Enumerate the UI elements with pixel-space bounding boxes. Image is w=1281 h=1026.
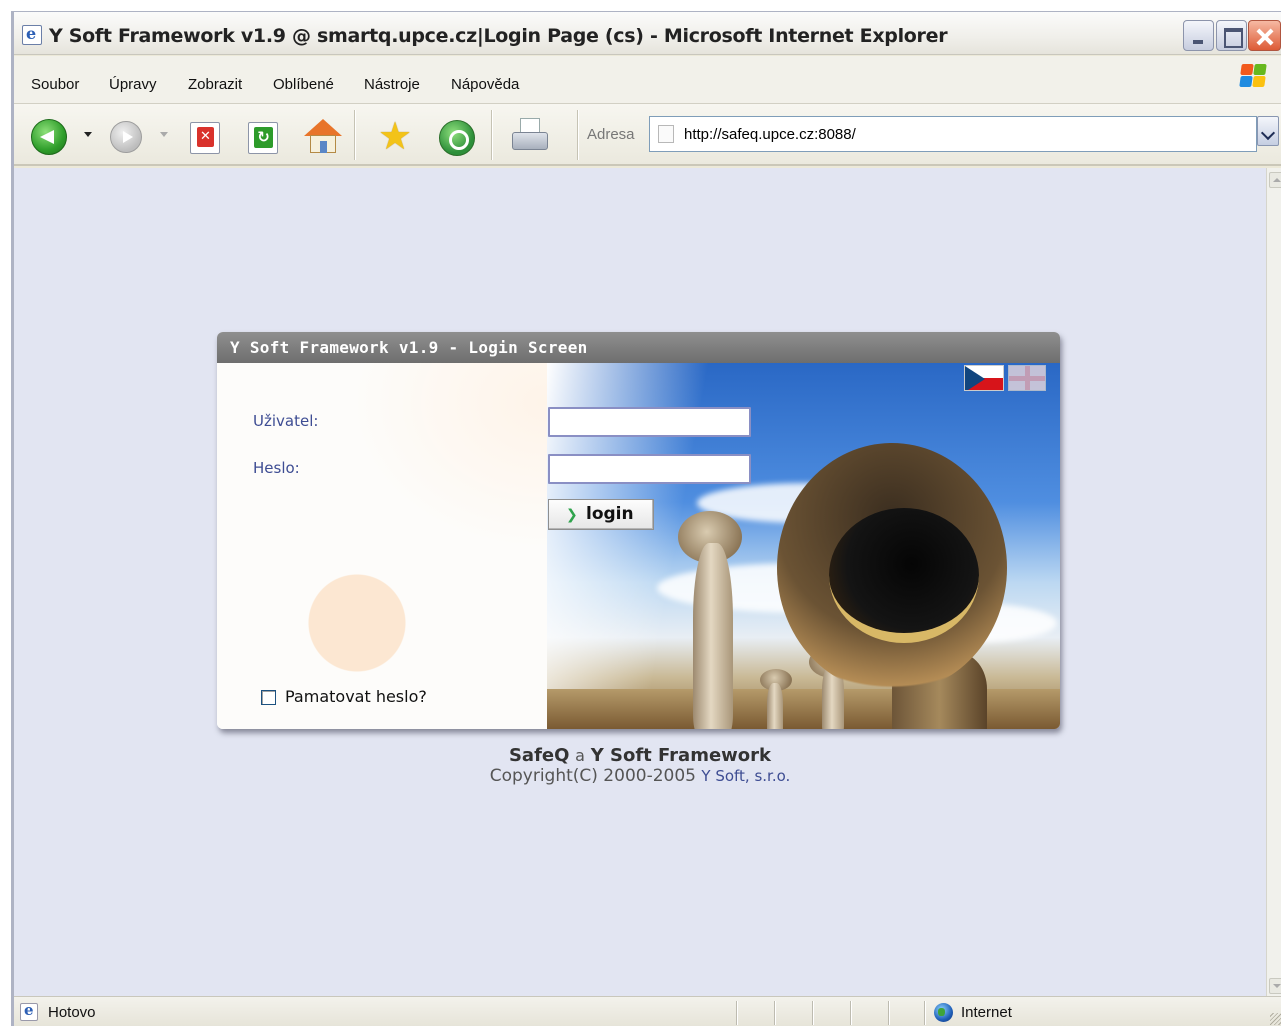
password-label: Heslo: [253,459,300,477]
footer-conjunction: a [575,746,585,765]
status-divider [924,1001,926,1025]
scroll-down-button[interactable] [1269,978,1281,994]
favorites-star-icon[interactable]: ★ [378,116,412,156]
ostrich-beak [829,508,979,643]
status-divider [850,1001,852,1025]
window-title: Y Soft Framework v1.9 @ smartq.upce.cz|L… [49,25,948,47]
username-label: Uživatel: [253,412,319,430]
windows-logo-icon [1239,62,1269,90]
menu-nastroje[interactable]: Nástroje [364,76,420,93]
menu-zobrazit[interactable]: Zobrazit [188,76,242,93]
close-button[interactable] [1248,20,1281,51]
back-button[interactable] [31,119,67,155]
page-icon [658,125,674,143]
ostrich-neck [767,683,783,729]
login-button[interactable]: ❯ login [548,499,654,530]
toolbar: ★ Adresa http://safeq.upce.cz:8088/ [14,104,1281,166]
footer-copyright: Copyright(C) 2000-2005 [489,766,696,786]
maximize-button[interactable] [1216,20,1247,51]
resize-grip[interactable] [1270,1013,1281,1025]
cz-flag-icon[interactable] [964,365,1004,391]
status-bar: Hotovo Internet [14,996,1281,1026]
status-divider [736,1001,738,1025]
toolbar-separator [354,110,356,160]
minimize-button[interactable] [1183,20,1214,51]
title-bar[interactable]: Y Soft Framework v1.9 @ smartq.upce.cz|L… [14,12,1281,55]
login-panel-title: Y Soft Framework v1.9 - Login Screen [230,338,588,357]
forward-button[interactable] [110,121,142,153]
menu-oblibene[interactable]: Oblíbené [273,76,334,93]
username-input[interactable] [548,407,751,437]
status-divider [812,1001,814,1025]
address-bar[interactable]: http://safeq.upce.cz:8088/ [649,116,1257,152]
history-button[interactable] [439,120,475,156]
footer: SafeQ a Y Soft Framework Copyright(C) 20… [14,745,1266,786]
remember-checkbox[interactable] [261,690,276,705]
ostrich-neck [693,543,733,729]
remember-label: Pamatovat heslo? [285,687,427,706]
menu-napoveda[interactable]: Nápověda [451,76,519,93]
login-panel: Y Soft Framework v1.9 - Login Screen Uži… [217,332,1060,729]
menu-bar: Soubor Úpravy Zobrazit Oblíbené Nástroje… [14,56,1281,104]
chevron-right-icon: ❯ [566,507,578,523]
status-text: Hotovo [48,1004,96,1021]
forward-dropdown-icon[interactable] [160,132,168,137]
printer-body [512,132,548,150]
footer-product-line: SafeQ a Y Soft Framework [14,745,1266,766]
stop-button[interactable] [190,122,220,154]
address-label: Adresa [587,126,635,143]
refresh-button[interactable] [248,122,278,154]
login-panel-header: Y Soft Framework v1.9 - Login Screen [217,332,1060,363]
uk-flag-icon[interactable] [1008,365,1046,391]
footer-copyright-line: Copyright(C) 2000-2005 Y Soft, s.r.o. [14,766,1266,786]
ie-page-icon [20,1001,38,1021]
toolbar-separator [577,110,579,160]
status-divider [774,1001,776,1025]
home-icon [304,119,342,136]
footer-company-link[interactable]: Y Soft, s.r.o. [701,767,790,785]
menu-upravy[interactable]: Úpravy [109,76,157,93]
home-icon-door [320,141,327,153]
home-button[interactable] [304,119,342,155]
globe-icon [934,1003,953,1022]
vertical-scrollbar[interactable] [1266,168,1281,998]
print-button[interactable] [512,118,552,156]
security-zone: Internet [961,1004,1012,1021]
ie-page-icon[interactable] [22,24,42,45]
scroll-up-button[interactable] [1269,172,1281,188]
page-content: Y Soft Framework v1.9 - Login Screen Uži… [14,168,1266,998]
back-dropdown-icon[interactable] [84,132,92,137]
footer-framework: Y Soft Framework [590,745,772,766]
browser-window: Y Soft Framework v1.9 @ smartq.upce.cz|L… [11,11,1281,1026]
address-dropdown-button[interactable] [1257,116,1279,146]
login-button-label: login [586,504,634,524]
status-divider [888,1001,890,1025]
footer-product: SafeQ [508,745,570,766]
toolbar-separator [491,110,493,160]
menu-soubor[interactable]: Soubor [31,76,79,93]
address-input[interactable]: http://safeq.upce.cz:8088/ [684,126,856,143]
password-input[interactable] [548,454,751,484]
